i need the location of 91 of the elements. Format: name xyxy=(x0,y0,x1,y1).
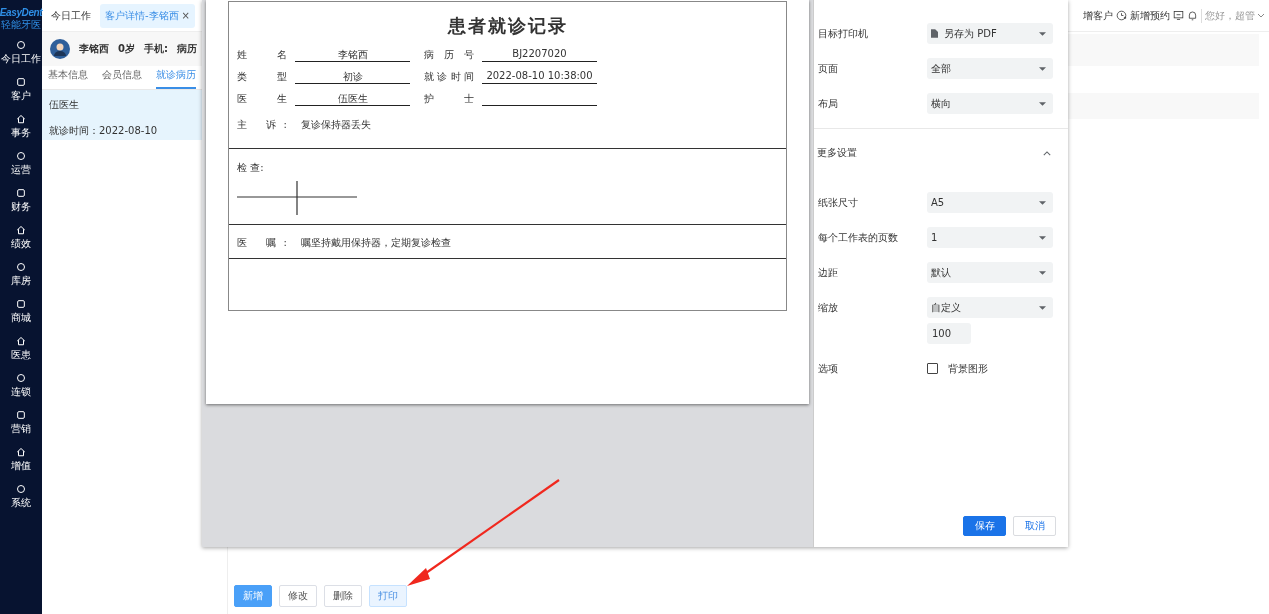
field-label: 主 诉: xyxy=(237,118,287,132)
field-label: 就 诊 时 间 xyxy=(424,70,474,84)
patient-name: 李铭西 xyxy=(79,42,109,56)
complaint-text: 复诊保持器丢失 xyxy=(301,118,371,132)
square-icon xyxy=(16,410,26,420)
phone-label: 手机: xyxy=(143,42,168,56)
setting-select[interactable]: 全部 xyxy=(927,58,1053,79)
record-title: 患者就诊记录 xyxy=(446,14,569,38)
add-customer-link[interactable]: 增客户 xyxy=(1083,8,1113,23)
circle-icon xyxy=(16,40,26,50)
field-label: 类 型 xyxy=(237,70,287,84)
field-label: 检 查: xyxy=(237,162,264,173)
setting-select[interactable]: 默认 xyxy=(927,262,1053,283)
house-icon xyxy=(16,114,26,124)
logo-subtitle: 轻能牙医 xyxy=(1,18,41,32)
page-tab[interactable]: 今日工作 xyxy=(46,3,96,28)
setting-select[interactable]: 自定义 xyxy=(927,297,1053,318)
fill-in-line: 李铭西 xyxy=(295,48,410,62)
circle-icon xyxy=(16,262,26,272)
field-label: 病 历 号 xyxy=(424,48,474,62)
setting-label: 边距 xyxy=(817,266,839,280)
nav-item[interactable]: 今日工作 xyxy=(1,40,41,77)
nav-item[interactable]: 增值 xyxy=(11,447,31,484)
action-button[interactable]: 修改 xyxy=(279,585,317,607)
bell-icon[interactable] xyxy=(1187,10,1198,21)
nav-item[interactable]: 运营 xyxy=(11,151,31,188)
dialog-button[interactable]: 保存 xyxy=(963,516,1006,536)
clock-plus-icon[interactable] xyxy=(1116,10,1127,21)
field-label: 姓 名 xyxy=(237,48,287,62)
add-appointment-link[interactable]: 新增预约 xyxy=(1130,8,1170,23)
patient-age: 0岁 xyxy=(118,42,135,56)
monitor-icon[interactable] xyxy=(1173,10,1184,21)
setting-label: 选项 xyxy=(817,362,839,376)
field-label: 医 嘱: xyxy=(237,236,287,250)
square-icon xyxy=(16,299,26,309)
setting-label: 目标打印机 xyxy=(817,27,869,41)
house-icon xyxy=(16,447,26,457)
setting-label: 每个工作表的页数 xyxy=(817,231,899,245)
dropdown-icon xyxy=(1039,305,1046,310)
nav-item[interactable]: 财务 xyxy=(11,188,31,225)
circle-icon xyxy=(16,151,26,161)
avatar-icon xyxy=(50,39,70,59)
setting-select[interactable]: 1 xyxy=(927,227,1053,248)
record-tab[interactable]: 基本信息 xyxy=(48,68,88,89)
fill-in-line: 伍医生 xyxy=(295,92,410,106)
chevron-icon xyxy=(1043,150,1051,156)
nav-item[interactable]: 客户 xyxy=(11,77,31,114)
nav-item[interactable]: 连锁 xyxy=(11,373,31,410)
file-icon xyxy=(931,29,938,38)
nav-item[interactable]: 绩效 xyxy=(11,225,31,262)
dropdown-icon xyxy=(1039,101,1046,106)
caret-icon xyxy=(1257,13,1265,18)
close-button[interactable]: × xyxy=(181,10,190,21)
record-label: 病历 xyxy=(176,42,197,56)
checkbox[interactable] xyxy=(927,363,938,374)
square-icon xyxy=(16,77,26,87)
nav-item[interactable]: 系统 xyxy=(11,484,31,521)
house-icon xyxy=(16,336,26,346)
checkbox-label: 背景图形 xyxy=(948,361,988,376)
nav-item[interactable]: 医患 xyxy=(11,336,31,373)
setting-label: 页面 xyxy=(817,62,839,76)
record-tab[interactable]: 会员信息 xyxy=(102,68,142,89)
setting-label: 缩放 xyxy=(817,301,839,315)
fill-in-line: BJ2207020 xyxy=(482,48,597,62)
page-tab[interactable]: 客户详情-李铭西 × xyxy=(100,3,195,28)
fill-in-line: 初诊 xyxy=(295,70,410,84)
nav-item[interactable]: 事务 xyxy=(11,114,31,151)
dropdown-icon xyxy=(1039,200,1046,205)
circle-icon xyxy=(16,373,26,383)
dropdown-icon xyxy=(1039,235,1046,240)
nav-item[interactable]: 商城 xyxy=(11,299,31,336)
advice-text: 嘱坚持戴用保持器，定期复诊检查 xyxy=(301,236,451,250)
setting-select[interactable]: 另存为 PDF xyxy=(927,23,1053,44)
setting-select[interactable]: A5 xyxy=(927,192,1053,213)
field-label: 护 士 xyxy=(424,92,474,106)
nav-item[interactable]: 库房 xyxy=(11,262,31,299)
action-button[interactable]: 删除 xyxy=(324,585,362,607)
setting-label: 布局 xyxy=(817,97,839,111)
dropdown-icon xyxy=(1039,31,1046,36)
circle-icon xyxy=(16,484,26,494)
dialog-button[interactable]: 取消 xyxy=(1013,516,1056,536)
fill-in-line: 2022-08-10 10:38:00 xyxy=(482,70,597,84)
house-icon xyxy=(16,225,26,235)
square-icon xyxy=(16,188,26,198)
field-label: 医 生 xyxy=(237,92,287,106)
setting-label: 纸张尺寸 xyxy=(817,196,859,210)
scale-input-field[interactable]: 100 xyxy=(927,323,971,344)
more-settings-toggle[interactable]: 更多设置 xyxy=(817,129,1056,177)
dropdown-icon xyxy=(1039,270,1046,275)
setting-select[interactable]: 横向 xyxy=(927,93,1053,114)
nav-item[interactable]: 营销 xyxy=(11,410,31,447)
